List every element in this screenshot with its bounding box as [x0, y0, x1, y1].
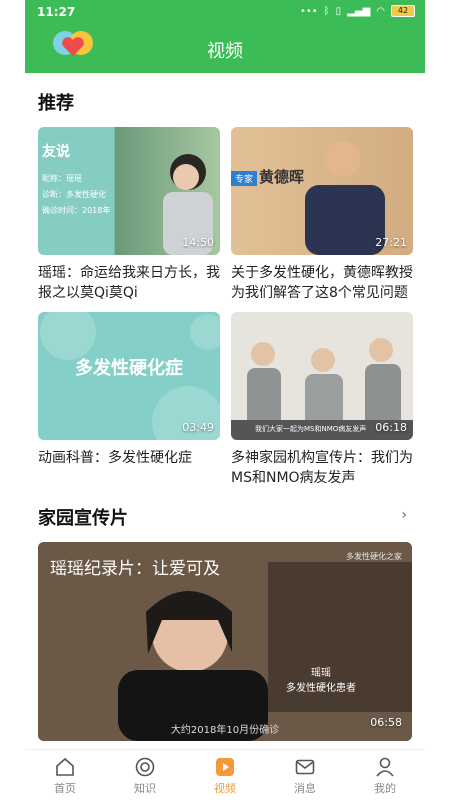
overlay-tag: 专家 [231, 171, 258, 186]
recommend-title: 推荐 [38, 93, 74, 114]
video-card[interactable]: 多发性硬化症 03:49 动画科普：多发性硬化症 [38, 312, 220, 468]
overlay-line: 诊断：多发性硬化 [42, 190, 106, 199]
video-duration: 03:49 [182, 421, 214, 434]
overlay-text: 昵称：瑶瑶 诊断：多发性硬化 确诊时间：2018年 [42, 171, 110, 219]
promo-video[interactable]: 瑶瑶纪录片：让爱可及 多发性硬化之家 瑶瑶 多发性硬化患者 大约2018年10月… [38, 542, 412, 741]
overlay-line: 昵称：瑶瑶 [42, 174, 82, 183]
promo-desc: 多发性硬化患者 [286, 683, 356, 694]
knowledge-icon [135, 757, 155, 777]
nav-label: 消息 [294, 782, 316, 795]
message-icon [295, 759, 315, 775]
nav-label: 视频 [214, 782, 236, 795]
video-thumbnail[interactable]: 多发性硬化症 03:49 [38, 312, 220, 440]
overlay-line: 确诊时间：2018年 [42, 206, 111, 215]
app-frame: 11:27 ••• ᛒ ▯ ▂▄▆ ◠ 42 视频 推荐 友说 昵称：瑶瑶 诊断… [25, 0, 425, 800]
video-thumbnail[interactable]: 专家 黄德晖 27:21 [231, 127, 413, 255]
video-caption[interactable]: 动画科普：多发性硬化症 [38, 448, 220, 468]
status-icons: ••• ᛒ ▯ ▂▄▆ ◠ 42 [300, 5, 415, 17]
nav-item-profile[interactable]: 我的 [345, 750, 425, 800]
nav-label: 首页 [54, 782, 76, 795]
chevron-right-icon[interactable]: › [401, 507, 407, 523]
top-bar: 11:27 ••• ᛒ ▯ ▂▄▆ ◠ 42 视频 [25, 0, 425, 73]
video-card[interactable]: 专家 黄德晖 27:21 关于多发性硬化，黄德晖教授为我们解答了这8个常见问题 [231, 127, 413, 303]
nav-item-message[interactable]: 消息 [265, 750, 345, 800]
nav-label: 知识 [134, 782, 156, 795]
video-card[interactable]: 友说 昵称：瑶瑶 诊断：多发性硬化 确诊时间：2018年 14:50 瑶瑶：命运… [38, 127, 220, 303]
page: 11:27 ••• ᛒ ▯ ▂▄▆ ◠ 42 视频 推荐 友说 昵称：瑶瑶 诊断… [0, 0, 450, 800]
nav-item-home[interactable]: 首页 [25, 750, 105, 800]
wifi-icon: ◠ [376, 5, 385, 17]
video-card[interactable]: 我们大家一起为MS和NMO病友发声 06:18 多神家园机构宣传片：我们为MS和… [231, 312, 413, 488]
promo-name: 瑶瑶 [311, 668, 331, 679]
video-caption[interactable]: 多神家园机构宣传片：我们为MS和NMO病友发声 [231, 448, 413, 488]
video-duration: 27:21 [375, 236, 407, 249]
status-bar: 11:27 ••• ᛒ ▯ ▂▄▆ ◠ 42 [25, 0, 425, 26]
signal-icon: ▂▄▆ [347, 5, 371, 17]
overlay-text: 我们大家一起为MS和NMO病友发声 [255, 425, 367, 433]
video-duration: 06:18 [375, 421, 407, 434]
more-icon: ••• [299, 5, 318, 17]
nav-item-knowledge[interactable]: 知识 [105, 750, 185, 800]
home-icon [56, 757, 74, 776]
vibrate-icon: ▯ [335, 5, 342, 17]
promo-video-title: 瑶瑶纪录片：让爱可及 [50, 559, 220, 579]
nav-item-video[interactable]: 视频 [185, 750, 265, 800]
promo-vertical-text: 瑶瑶 多发性硬化患者 [286, 666, 356, 696]
bottom-nav: 首页 知识 视频 消息 我的 [25, 749, 425, 800]
video-icon [216, 758, 234, 776]
page-title: 视频 [207, 41, 243, 62]
profile-icon [376, 757, 394, 777]
video-thumbnail[interactable]: 友说 昵称：瑶瑶 诊断：多发性硬化 确诊时间：2018年 14:50 [38, 127, 220, 255]
video-caption[interactable]: 瑶瑶：命运给我来日方长，我报之以莫Qi莫Qi [38, 263, 220, 303]
battery-icon: 42 [391, 5, 415, 17]
promo-subtitle: 大约2018年10月份确诊 [170, 725, 280, 736]
nav-label: 我的 [374, 782, 396, 795]
promo-brand: 多发性硬化之家 [346, 552, 402, 561]
video-caption[interactable]: 关于多发性硬化，黄德晖教授为我们解答了这8个常见问题 [231, 263, 413, 303]
video-thumbnail[interactable]: 我们大家一起为MS和NMO病友发声 06:18 [231, 312, 413, 440]
overlay-text: 黄德晖 [259, 168, 305, 186]
status-time: 11:27 [37, 5, 76, 19]
bluetooth-icon: ᛒ [323, 5, 330, 17]
overlay-text: 友说 [42, 144, 70, 160]
video-duration: 14:50 [182, 236, 214, 249]
video-duration: 06:58 [370, 716, 402, 729]
promo-section-title: 家园宣传片 [38, 508, 128, 529]
overlay-text: 多发性硬化症 [75, 358, 183, 379]
